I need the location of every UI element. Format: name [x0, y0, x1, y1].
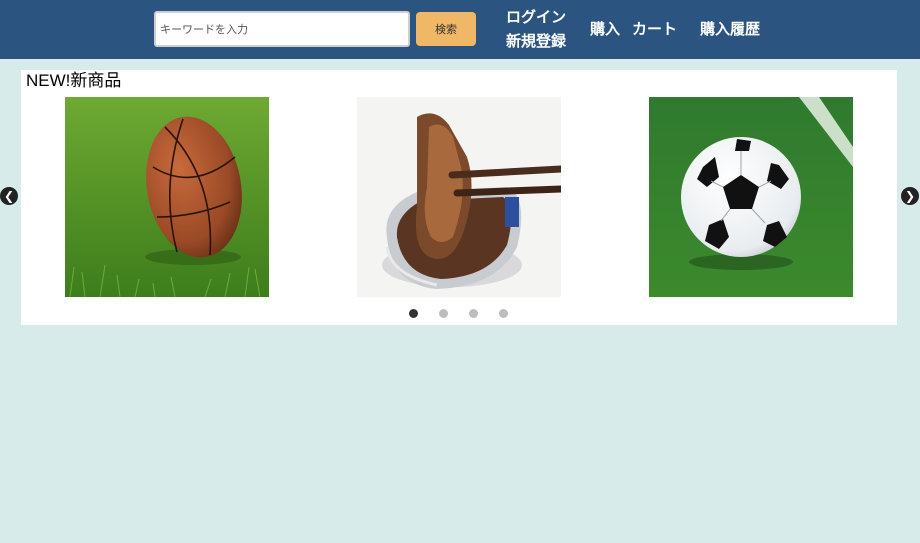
nav-login-link[interactable]: ログイン — [506, 7, 566, 27]
header-bar: 検索 ログイン 新規登録 購入 カート 購入履歴 — [0, 0, 920, 59]
new-products-panel: NEW!新商品 — [21, 70, 897, 325]
product-image-canned-fish[interactable] — [357, 97, 561, 297]
nav-signup-link[interactable]: 新規登録 — [506, 31, 566, 51]
product-image-basketball[interactable] — [65, 97, 269, 297]
search-input[interactable] — [154, 11, 410, 47]
carousel-dot-4[interactable] — [499, 309, 508, 318]
section-title: NEW!新商品 — [26, 71, 122, 90]
carousel-dot-2[interactable] — [439, 309, 448, 318]
search-button[interactable]: 検索 — [416, 12, 476, 46]
nav-history-link[interactable]: 購入履歴 — [700, 19, 760, 39]
carousel-dot-1[interactable] — [409, 309, 418, 318]
nav-purchase-link[interactable]: 購入 — [590, 19, 620, 39]
chevron-right-icon[interactable]: ❯ — [901, 187, 919, 205]
chevron-left-icon[interactable]: ❮ — [0, 187, 18, 205]
product-image-soccer-ball[interactable] — [649, 97, 853, 297]
nav-cart-link[interactable]: カート — [632, 19, 677, 39]
carousel-dot-3[interactable] — [469, 309, 478, 318]
